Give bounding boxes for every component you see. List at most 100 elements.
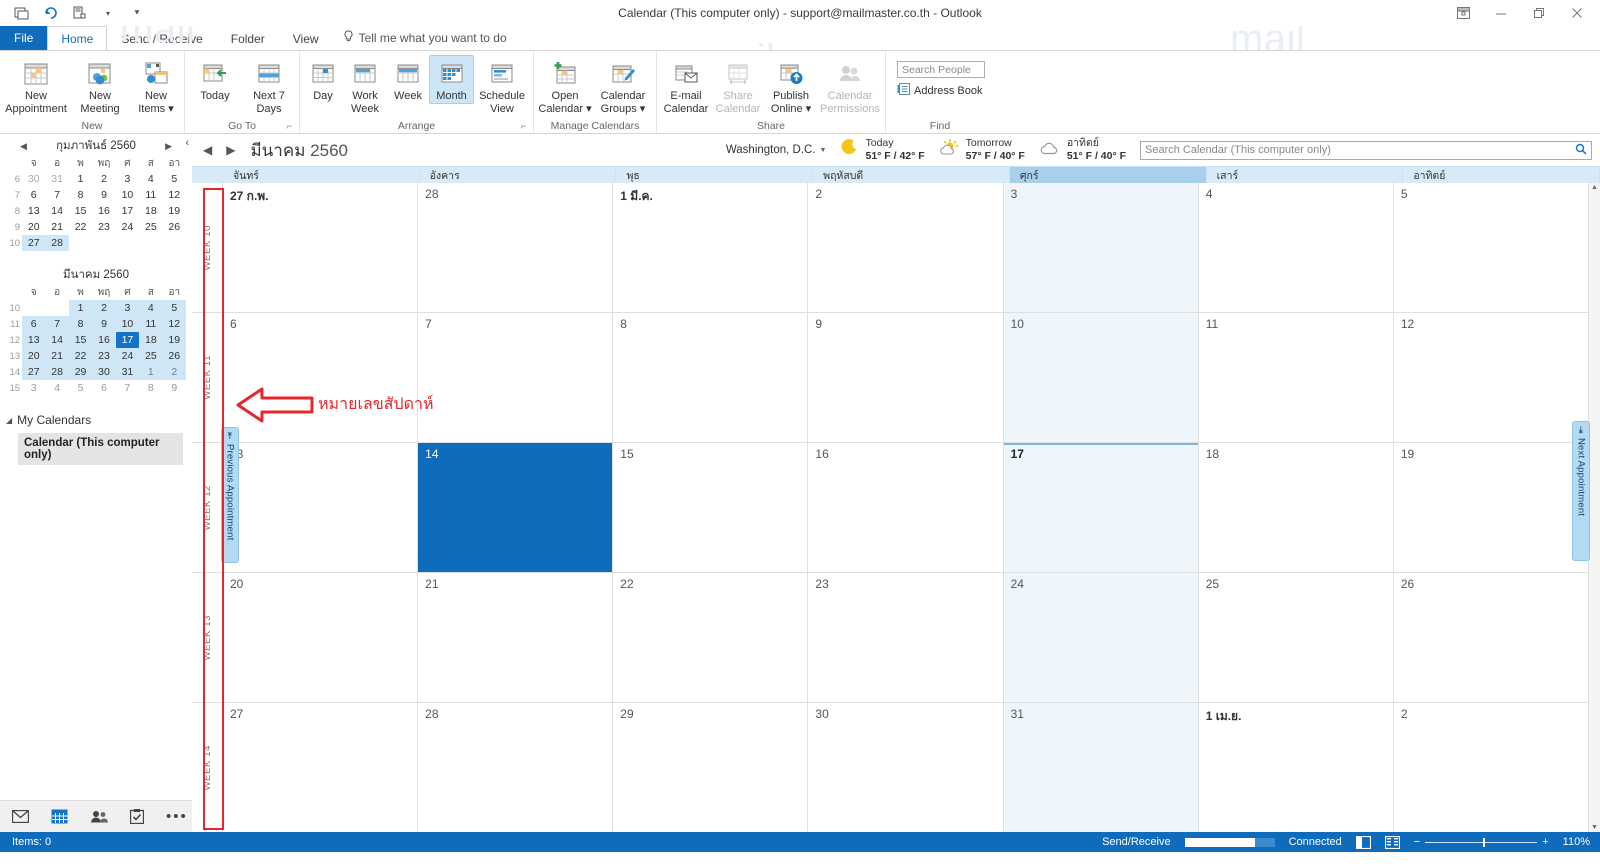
mini-cal-day[interactable]: 7 — [45, 187, 68, 203]
mini-cal-day[interactable] — [22, 300, 45, 316]
next-month-icon[interactable]: ▶ — [223, 143, 238, 157]
day-cell[interactable]: 8 — [613, 313, 809, 442]
mini-cal-day[interactable] — [163, 235, 186, 251]
mini-calendar-february[interactable]: ‹ ◀ กุมภาพันธ์ 2560 ▶ จ อ พ พฤ ศ ส อา 6 … — [0, 134, 192, 251]
day-cell[interactable]: 26 — [1394, 573, 1588, 702]
mini-calendar-grid-february[interactable]: จ อ พ พฤ ศ ส อา 6 30 31 1 2 3 4 5 7 6 7 … — [6, 155, 186, 251]
day-cell[interactable]: 11 — [1199, 313, 1394, 442]
mini-cal-day[interactable]: 6 — [22, 316, 46, 332]
day-cell[interactable]: 1 เม.ย. — [1199, 703, 1394, 832]
tell-me-box[interactable]: Tell me what you want to do — [333, 26, 507, 50]
quick-access-toolbar[interactable]: ▾ ⯆ — [0, 4, 146, 22]
month-view-button[interactable]: Month — [429, 55, 474, 104]
tab-file[interactable]: File — [0, 26, 48, 50]
mini-cal-week-number[interactable]: 10 — [6, 300, 22, 316]
day-cell-selected[interactable]: 14 — [418, 443, 614, 572]
today-button[interactable]: Today — [188, 55, 242, 104]
ribbon[interactable]: New Appointment New Meeting New Items ▾ … — [0, 50, 1600, 134]
day-cell[interactable]: 2 — [808, 183, 1004, 312]
day-cell[interactable]: 10 — [1003, 313, 1199, 442]
zoom-in-icon[interactable]: + — [1542, 836, 1548, 848]
reading-view-button[interactable] — [1384, 835, 1400, 849]
mini-cal-day[interactable]: 1 — [69, 171, 92, 187]
nav-more-icon[interactable]: ••• — [166, 809, 188, 824]
mini-cal-day[interactable]: 12 — [163, 187, 186, 203]
day-cell[interactable]: 15 — [613, 443, 809, 572]
send-receive-all-icon[interactable] — [12, 4, 30, 22]
mini-cal-day[interactable]: 19 — [163, 203, 186, 219]
day-cell[interactable]: 19 — [1394, 443, 1588, 572]
mini-cal-day[interactable]: 7 — [116, 380, 139, 396]
mini-cal-day[interactable] — [92, 235, 115, 251]
close-icon[interactable] — [1558, 1, 1596, 25]
ribbon-display-options-icon[interactable] — [1444, 1, 1482, 25]
schedule-view-button[interactable]: Schedule View — [474, 55, 530, 116]
mini-cal-day[interactable]: 2 — [92, 300, 116, 316]
day-cell[interactable]: 25 — [1199, 573, 1394, 702]
mini-cal-day[interactable]: 21 — [45, 348, 69, 364]
mini-cal-day[interactable]: 7 — [45, 316, 69, 332]
mini-cal-day[interactable]: 3 — [116, 171, 139, 187]
goto-dialog-launcher-icon[interactable]: ⌐ — [287, 121, 292, 131]
nav-mail-icon[interactable] — [12, 810, 29, 823]
tab-folder[interactable]: Folder — [217, 26, 279, 50]
mini-cal-day[interactable]: 1 — [68, 300, 93, 316]
customize-qat-icon[interactable]: ⯆ — [128, 4, 146, 22]
day-cell[interactable]: 9 — [808, 313, 1004, 442]
mini-cal-day[interactable]: 30 — [22, 171, 45, 187]
week-view-button[interactable]: Week — [387, 55, 429, 104]
day-cell[interactable]: 16 — [808, 443, 1004, 572]
mini-cal-day[interactable]: 28 — [45, 364, 69, 380]
module-nav-bar[interactable]: ••• — [0, 800, 192, 832]
mini-cal-day[interactable]: 20 — [22, 219, 45, 235]
address-book-button[interactable]: Address Book — [897, 83, 985, 98]
mini-cal-day[interactable] — [45, 300, 68, 316]
week-number-cell[interactable]: WEEK 11 — [192, 313, 222, 443]
scroll-up-icon[interactable]: ▲ — [1591, 184, 1598, 191]
mini-cal-day[interactable]: 25 — [139, 219, 162, 235]
mini-cal-day[interactable]: 5 — [69, 380, 92, 396]
month-grid[interactable]: WEEK 10 WEEK 11 WEEK 12 WEEK 13 WEEK 14 … — [192, 183, 1600, 832]
day-cell[interactable]: 27 ก.พ. — [223, 183, 419, 312]
mini-cal-day[interactable]: 22 — [69, 219, 92, 235]
mini-cal-day[interactable]: 5 — [163, 171, 186, 187]
new-appointment-button[interactable]: New Appointment — [3, 55, 69, 116]
day-cell[interactable]: 22 — [613, 573, 809, 702]
mini-cal-day[interactable]: 14 — [45, 332, 69, 348]
mini-cal-week-number[interactable]: 6 — [6, 171, 22, 187]
mini-cal-day[interactable]: 18 — [139, 332, 163, 348]
mini-cal-day[interactable]: 13 — [22, 332, 46, 348]
mini-cal-next-icon[interactable]: ▶ — [165, 141, 172, 152]
mini-cal-week-number[interactable]: 10 — [6, 235, 22, 251]
mini-cal-day[interactable]: 11 — [139, 187, 162, 203]
day-cell[interactable]: 2 — [1394, 703, 1588, 832]
mini-cal-day[interactable]: 2 — [162, 364, 186, 380]
mini-cal-day[interactable]: 20 — [22, 348, 46, 364]
mini-cal-day[interactable]: 30 — [92, 364, 116, 380]
day-cell[interactable]: 24 — [1003, 573, 1199, 702]
chevron-down-icon[interactable]: ▼ — [820, 147, 827, 154]
tab-home[interactable]: Home — [47, 26, 108, 50]
mini-cal-day[interactable]: 12 — [162, 316, 186, 332]
mini-cal-day[interactable]: 13 — [22, 203, 45, 219]
mini-cal-day[interactable]: 16 — [92, 332, 116, 348]
new-meeting-button[interactable]: New Meeting — [69, 55, 131, 116]
open-calendar-button[interactable]: Open Calendar ▾ — [537, 55, 593, 116]
search-calendar-input[interactable]: Search Calendar (This computer only) — [1140, 140, 1592, 160]
next-appointment-tab[interactable]: ⇥ Next Appointment — [1572, 421, 1590, 561]
day-cell[interactable]: 7 — [418, 313, 614, 442]
mini-cal-day[interactable]: 21 — [45, 219, 68, 235]
mini-cal-day[interactable]: 6 — [22, 187, 45, 203]
restore-icon[interactable] — [1520, 1, 1558, 25]
email-calendar-button[interactable]: E-mail Calendar — [660, 55, 712, 116]
normal-view-button[interactable] — [1355, 835, 1371, 849]
nav-tasks-icon[interactable] — [130, 809, 144, 824]
tab-send-receive[interactable]: Send / Receive — [107, 26, 216, 50]
day-cell[interactable]: 20 — [223, 573, 419, 702]
mini-cal-day[interactable]: 23 — [92, 348, 116, 364]
calendar-groups-button[interactable]: Calendar Groups ▾ — [593, 55, 653, 116]
chevron-down-icon[interactable]: ▾ — [99, 4, 117, 22]
mini-cal-day[interactable]: 6 — [92, 380, 115, 396]
mini-cal-day[interactable]: 4 — [139, 171, 162, 187]
mini-cal-day[interactable] — [116, 235, 139, 251]
